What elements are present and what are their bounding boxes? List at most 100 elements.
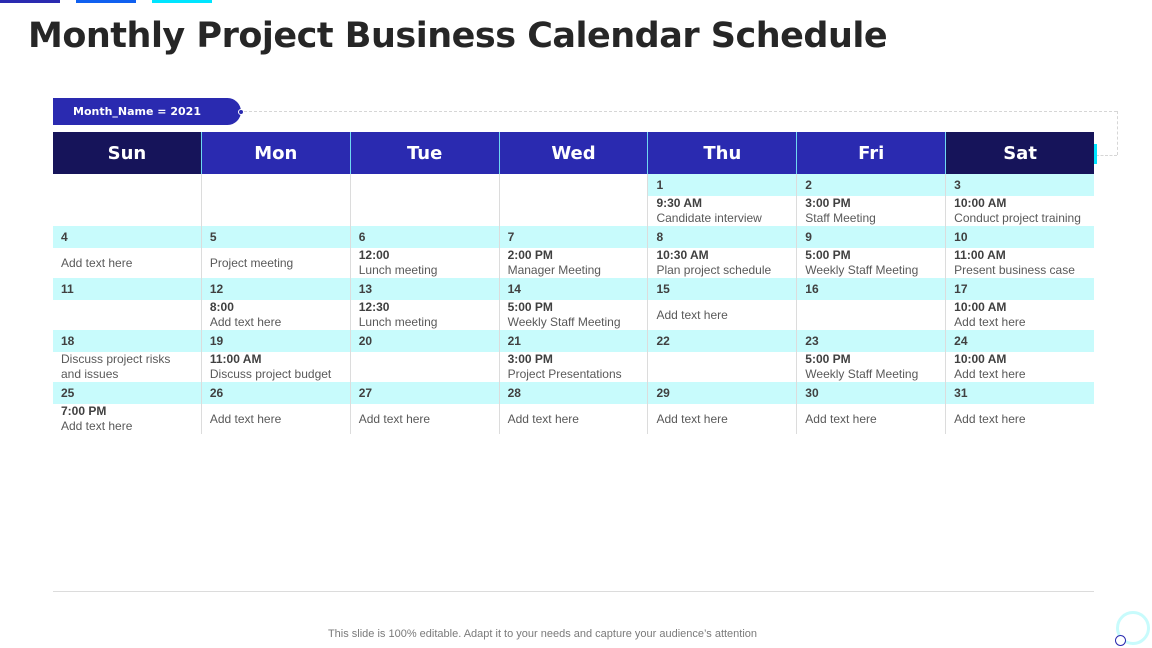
day-number: 24 (946, 330, 1095, 352)
event-text: Add text here (61, 255, 133, 270)
day-cell[interactable]: 14 5:00 PM Weekly Staff Meeting (498, 278, 648, 330)
day-cell[interactable]: 27 Add text here (349, 382, 499, 434)
day-number (53, 174, 201, 196)
weekday-sat-label: Sat (1003, 142, 1037, 164)
event-text: Add text here (656, 411, 728, 426)
day-cell[interactable] (200, 174, 350, 226)
weekday-fri: Fri (796, 132, 946, 174)
decor-bar-1 (0, 0, 60, 3)
day-number (202, 174, 350, 196)
day-event: 12:00 Lunch meeting (351, 248, 499, 278)
week-row: 4 Add text here 5 Project meeting 6 12:00 Lunc… (53, 226, 1095, 278)
day-number: 5 (201, 226, 350, 248)
day-cell[interactable]: 18 Discuss project risks and issues (53, 330, 201, 382)
event-text: Add text here (209, 315, 282, 329)
event-text: Add text here (61, 419, 133, 433)
day-event (500, 196, 648, 226)
event-text: Add text here (805, 411, 877, 426)
day-number (500, 174, 648, 196)
day-cell[interactable] (498, 174, 648, 226)
day-event (351, 352, 499, 382)
day-cell[interactable]: 30 Add text here (796, 382, 946, 434)
day-number: 29 (648, 382, 797, 404)
event-time: 5:00 PM (805, 248, 851, 262)
day-cell[interactable]: 2 3:00 PM Staff Meeting (796, 174, 946, 226)
day-cell[interactable]: 31 Add text here (945, 382, 1095, 434)
day-cell[interactable]: 8 10:30 AM Plan project schedule (647, 226, 797, 278)
day-number: 4 (53, 226, 201, 248)
day-cell[interactable]: 24 10:00 AM Add text here (945, 330, 1095, 382)
weekday-thu: Thu (647, 132, 797, 174)
day-cell[interactable]: 11 (53, 278, 201, 330)
day-cell[interactable]: 9 5:00 PM Weekly Staff Meeting (796, 226, 946, 278)
event-time: 5:00 PM (805, 352, 851, 366)
month-tag: Month_Name = 2021 (53, 98, 241, 125)
day-number: 23 (797, 330, 946, 352)
event-time: 3:00 PM (805, 196, 851, 210)
day-cell[interactable]: 5 Project meeting (200, 226, 350, 278)
day-cell[interactable] (53, 174, 201, 226)
day-number: 25 (53, 382, 201, 404)
day-cell[interactable]: 22 (647, 330, 797, 382)
event-text: Weekly Staff Meeting (805, 263, 919, 277)
day-cell[interactable]: 1 9:30 AM Candidate interview (647, 174, 797, 226)
event-text: Add text here (507, 411, 579, 426)
day-cell[interactable]: 7 2:00 PM Manager Meeting (498, 226, 648, 278)
day-cell[interactable]: 4 Add text here (53, 226, 201, 278)
day-cell[interactable]: 16 (796, 278, 946, 330)
day-cell[interactable]: 29 Add text here (647, 382, 797, 434)
day-cell[interactable]: 20 (349, 330, 499, 382)
day-cell[interactable]: 13 12:30 Lunch meeting (349, 278, 499, 330)
event-time: 10:00 AM (954, 300, 1007, 314)
event-text: Lunch meeting (358, 263, 438, 277)
connector-line-end (1096, 155, 1117, 156)
weekday-sun: Sun (53, 132, 201, 174)
weekday-header: Sun Mon Tue Wed Thu Fri Sat (53, 132, 1098, 174)
page-title: Monthly Project Business Calendar Schedu… (28, 16, 888, 56)
day-cell[interactable]: 25 7:00 PM Add text here (53, 382, 201, 434)
decor-bar-3 (152, 0, 212, 3)
day-cell[interactable]: 10 11:00 AM Present business case (945, 226, 1095, 278)
day-event: 2:00 PM Manager Meeting (500, 248, 648, 278)
day-number: 9 (797, 226, 946, 248)
footer-note: This slide is 100% editable. Adapt it to… (327, 628, 758, 640)
day-cell[interactable]: 12 8:00 Add text here (200, 278, 350, 330)
event-text: Discuss project risks and issues (61, 352, 171, 381)
day-cell[interactable]: 15 Add text here (647, 278, 797, 330)
day-cell[interactable] (349, 174, 499, 226)
day-cell[interactable]: 28 Add text here (498, 382, 648, 434)
day-event: 10:30 AM Plan project schedule (648, 248, 796, 278)
day-number: 12 (201, 278, 350, 300)
event-text: Project meeting (209, 255, 294, 270)
event-time: 10:00 AM (954, 352, 1007, 366)
day-event: 3:00 PM Staff Meeting (797, 196, 945, 226)
event-time: 8:00 (209, 300, 234, 314)
day-number: 10 (946, 226, 1095, 248)
day-cell[interactable]: 19 11:00 AM Discuss project budget (200, 330, 350, 382)
event-time: 10:00 AM (954, 196, 1007, 210)
event-text: Lunch meeting (358, 315, 438, 329)
day-event: Add text here (202, 404, 350, 434)
event-text: Add text here (209, 411, 282, 426)
day-cell[interactable]: 26 Add text here (200, 382, 350, 434)
calendar-bottom-border (53, 591, 1094, 592)
day-number: 8 (648, 226, 797, 248)
day-cell[interactable]: 23 5:00 PM Weekly Staff Meeting (796, 330, 946, 382)
event-time: 12:00 (358, 248, 390, 262)
week-row: 1 9:30 AM Candidate interview 2 3:00 PM Staff… (53, 174, 1095, 226)
day-number: 3 (946, 174, 1095, 196)
day-cell[interactable]: 21 3:00 PM Project Presentations (498, 330, 648, 382)
event-text: Add text here (656, 307, 728, 322)
day-cell[interactable]: 3 10:00 AM Conduct project training (945, 174, 1095, 226)
day-event: 5:00 PM Weekly Staff Meeting (797, 352, 945, 382)
day-cell[interactable]: 6 12:00 Lunch meeting (349, 226, 499, 278)
event-time: 7:00 PM (61, 404, 107, 418)
weekday-tue: Tue (349, 132, 499, 174)
day-number: 7 (499, 226, 648, 248)
day-cell[interactable]: 17 10:00 AM Add text here (945, 278, 1095, 330)
accent-mark (1094, 144, 1098, 164)
calendar-grid: 1 9:30 AM Candidate interview 2 3:00 PM Staff… (53, 174, 1095, 434)
day-number: 14 (499, 278, 648, 300)
day-event (351, 196, 499, 226)
day-event (797, 300, 945, 330)
